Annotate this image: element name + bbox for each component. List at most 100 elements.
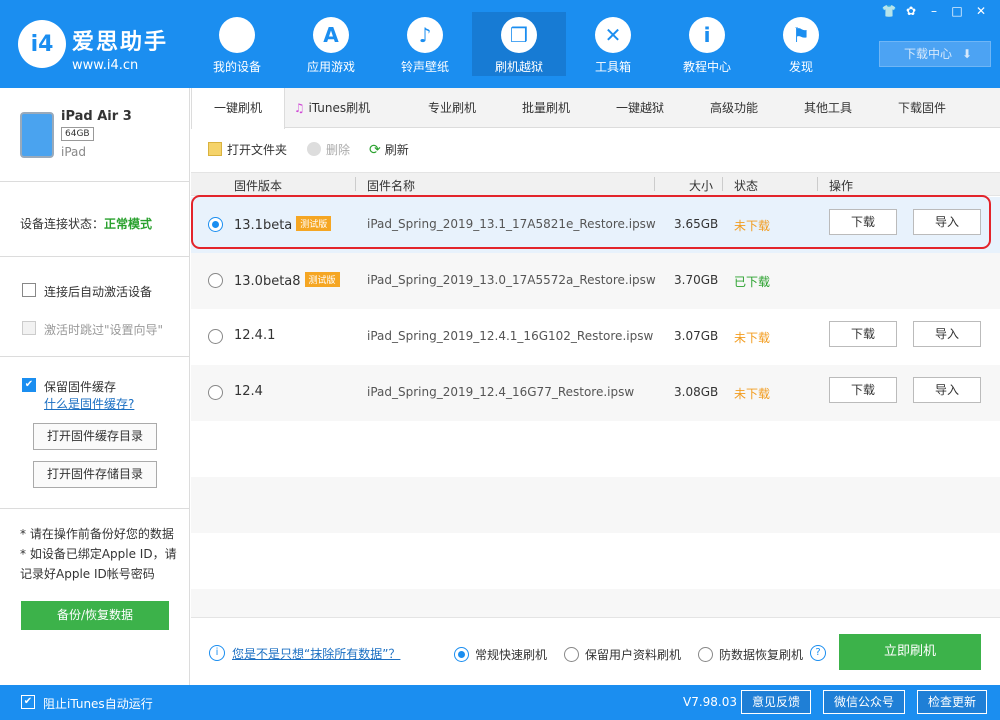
header-version: 固件版本 <box>234 179 283 193</box>
maximize-icon[interactable]: □ <box>948 2 966 20</box>
connection-value: 正常模式 <box>104 217 153 231</box>
column-separator <box>722 177 723 191</box>
tab-itunes-flash[interactable]: ♫ iTunes刷机 <box>285 88 379 128</box>
nav-label: 工具箱 <box>594 60 631 74</box>
apple-icon <box>219 17 255 53</box>
header-size: 大小 <box>689 179 714 193</box>
device-capacity: 64GB <box>61 127 94 141</box>
connection-label: 设备连接状态： <box>20 217 105 231</box>
mode-label: 常规快速刷机 <box>475 648 548 662</box>
nav-my-device[interactable]: 我的设备 <box>190 12 284 76</box>
delete-icon <box>307 142 321 156</box>
mode-normal-option[interactable]: 常规快速刷机 <box>454 644 547 663</box>
flash-options-bar: i 您是不是只想“抹除所有数据”？ 常规快速刷机 保留用户资料刷机 防数据恢复刷… <box>191 617 1000 685</box>
table-header: 固件版本 固件名称 大小 状态 操作 <box>191 172 1000 196</box>
divider <box>0 356 190 357</box>
tab-batch-flash[interactable]: 批量刷机 <box>499 88 593 128</box>
row-size: 3.08GB <box>674 385 719 399</box>
skip-setup-label: 激活时跳过"设置向导" <box>44 323 164 337</box>
tab-other-tools[interactable]: 其他工具 <box>781 88 875 128</box>
tab-pro-flash[interactable]: 专业刷机 <box>405 88 499 128</box>
tab-label: iTunes刷机 <box>308 101 371 115</box>
info-icon: i <box>689 17 725 53</box>
nav-ringtones[interactable]: ♪ 铃声壁纸 <box>378 12 472 76</box>
mode-anti-recovery-option[interactable]: 防数据恢复刷机 <box>698 644 803 663</box>
toolbar: 打开文件夹 删除 ⟳ 刷新 <box>191 129 1000 169</box>
auto-activate-checkbox[interactable] <box>22 283 36 297</box>
status-bar: ✔ 阻止iTunes自动运行 V7.98.03 意见反馈 微信公众号 检查更新 <box>0 685 1000 720</box>
row-size: 3.07GB <box>674 329 719 343</box>
open-storage-folder-button[interactable]: 打开固件存储目录 <box>33 461 157 488</box>
download-button[interactable]: 下载 <box>829 377 897 403</box>
table-row[interactable]: 12.4 iPad_Spring_2019_12.4_16G77_Restore… <box>191 365 1000 421</box>
column-separator <box>654 177 655 191</box>
tab-advanced[interactable]: 高级功能 <box>687 88 781 128</box>
help-icon[interactable]: ? <box>810 645 826 661</box>
flash-now-button[interactable]: 立即刷机 <box>839 634 981 670</box>
refresh-button[interactable]: ⟳ 刷新 <box>369 141 409 158</box>
nav-apps[interactable]: A 应用游戏 <box>284 12 378 76</box>
tab-download-firmware[interactable]: 下载固件 <box>875 88 969 128</box>
empty-row <box>191 533 1000 589</box>
nav-label: 铃声壁纸 <box>400 60 449 74</box>
nav-label: 发现 <box>788 60 813 74</box>
wechat-button[interactable]: 微信公众号 <box>823 690 905 714</box>
open-folder-button[interactable]: 打开文件夹 <box>208 141 287 158</box>
row-radio[interactable] <box>208 273 223 288</box>
mode-label: 保留用户资料刷机 <box>585 648 682 662</box>
feedback-button[interactable]: 意见反馈 <box>741 690 811 714</box>
tab-jailbreak[interactable]: 一键越狱 <box>593 88 687 128</box>
left-panel: iPad Air 3 64GB iPad 设备连接状态：正常模式 连接后自动激活… <box>0 88 190 685</box>
mode-radio[interactable] <box>698 647 713 662</box>
row-version: 12.4 <box>234 384 263 399</box>
notes: * 请在操作前备份好您的数据 * 如设备已绑定Apple ID，请记录好Appl… <box>20 524 182 584</box>
what-is-cache-link[interactable]: 什么是固件缓存? <box>44 395 134 412</box>
mode-label: 防数据恢复刷机 <box>719 648 804 662</box>
skin-icon[interactable]: 👕 <box>880 2 898 20</box>
refresh-icon: ⟳ <box>369 142 381 158</box>
erase-all-data-link[interactable]: 您是不是只想“抹除所有数据”？ <box>232 645 400 662</box>
settings-icon[interactable]: ✿ <box>902 2 920 20</box>
row-version: 13.0beta8 测试版 <box>234 272 340 289</box>
brand: 爱思助手 www.i4.cn <box>72 24 168 73</box>
device-name: iPad Air 3 <box>61 109 132 124</box>
minimize-icon[interactable]: – <box>925 2 943 20</box>
nav-label: 刷机越狱 <box>494 60 543 74</box>
divider <box>0 181 190 182</box>
column-separator <box>355 177 356 191</box>
close-icon[interactable]: ✕ <box>972 2 990 20</box>
row-radio[interactable] <box>208 329 223 344</box>
row-filename: iPad_Spring_2019_12.4_16G77_Restore.ipsw <box>367 385 635 399</box>
divider <box>0 508 190 509</box>
nav-tutorials[interactable]: i 教程中心 <box>660 12 754 76</box>
download-center-button[interactable]: 下载中心 ⬇ <box>879 41 991 67</box>
version-text: 13.0beta8 <box>234 274 301 289</box>
keep-cache-label: 保留固件缓存 <box>44 380 117 394</box>
delete-label: 删除 <box>326 143 351 157</box>
row-filename: iPad_Spring_2019_13.0_17A5572a_Restore.i… <box>367 273 656 287</box>
import-button[interactable]: 导入 <box>913 321 981 347</box>
mode-radio[interactable] <box>454 647 469 662</box>
check-update-button[interactable]: 检查更新 <box>917 690 987 714</box>
tab-one-click-flash[interactable]: 一键刷机 <box>191 88 285 129</box>
nav-discover[interactable]: ⚑ 发现 <box>754 12 848 76</box>
nav-toolbox[interactable]: ✕ 工具箱 <box>566 12 660 76</box>
table-row[interactable]: 12.4.1 iPad_Spring_2019_12.4.1_16G102_Re… <box>191 309 1000 365</box>
mode-keep-data-option[interactable]: 保留用户资料刷机 <box>564 644 681 663</box>
folder-icon <box>208 142 222 156</box>
import-button[interactable]: 导入 <box>913 377 981 403</box>
download-button[interactable]: 下载 <box>829 321 897 347</box>
block-itunes-checkbox[interactable]: ✔ <box>21 695 35 709</box>
table-row[interactable]: 13.0beta8 测试版 iPad_Spring_2019_13.0_17A55… <box>191 253 1000 309</box>
keep-cache-checkbox[interactable]: ✔ <box>22 378 36 392</box>
skip-setup-checkbox <box>22 321 36 335</box>
column-separator <box>817 177 818 191</box>
row-radio[interactable] <box>208 385 223 400</box>
header-action: 操作 <box>829 179 854 193</box>
auto-activate-label: 连接后自动激活设备 <box>44 285 153 299</box>
open-cache-folder-button[interactable]: 打开固件缓存目录 <box>33 423 157 450</box>
empty-row <box>191 421 1000 477</box>
backup-restore-button[interactable]: 备份/恢复数据 <box>21 601 169 630</box>
nav-flash-jailbreak[interactable]: ❒ 刷机越狱 <box>472 12 566 76</box>
mode-radio[interactable] <box>564 647 579 662</box>
